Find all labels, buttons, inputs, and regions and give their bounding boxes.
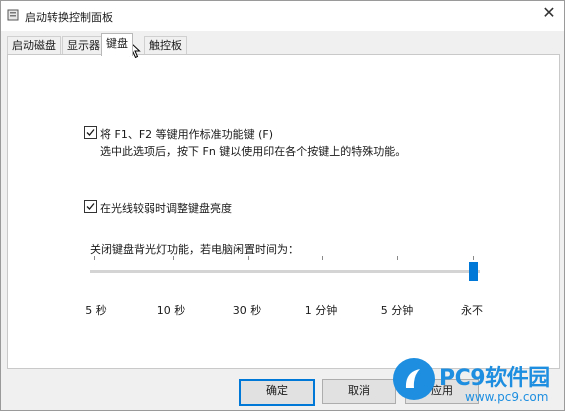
tab-startup-disk[interactable]: 启动磁盘 <box>7 36 61 55</box>
title-bar: 启动转换控制面板 ✕ <box>1 1 564 31</box>
slider-tick <box>248 256 249 260</box>
tick-label-30s: 30 秒 <box>232 304 262 317</box>
close-button[interactable]: ✕ <box>534 1 564 27</box>
watermark-text: PC9软件园 <box>439 366 550 391</box>
app-icon <box>7 9 19 21</box>
tick-label-5min: 5 分钟 <box>380 304 414 317</box>
tick-label-10s: 10 秒 <box>156 304 186 317</box>
fn-keys-checkbox[interactable] <box>84 126 97 139</box>
tab-trackpad[interactable]: 触控板 <box>144 36 187 55</box>
tick-label-never: 永不 <box>461 304 483 317</box>
backlight-slider-thumb[interactable] <box>469 262 478 281</box>
tick-label-1min: 1 分钟 <box>304 304 338 317</box>
backlight-slider-track[interactable] <box>90 270 480 273</box>
watermark: PC9软件园 www.pc9.com <box>393 358 561 408</box>
slider-tick <box>397 256 398 260</box>
tick-label-5s: 5 秒 <box>85 304 107 317</box>
tab-strip: 启动磁盘 显示器 键盘 触控板 <box>7 33 557 56</box>
cancel-button[interactable]: 取消 <box>322 379 396 404</box>
control-panel-window: 启动转换控制面板 ✕ 启动磁盘 显示器 键盘 触控板 将 F1、F2 等键用作标… <box>0 0 565 411</box>
slider-tick <box>322 256 323 260</box>
window-title: 启动转换控制面板 <box>25 11 113 24</box>
ok-button[interactable]: 确定 <box>239 379 315 406</box>
slider-tick <box>473 256 474 260</box>
fn-keys-description: 选中此选项后，按下 Fn 键以使用印在各个按键上的特殊功能。 <box>100 145 407 158</box>
low-light-label[interactable]: 在光线较弱时调整键盘亮度 <box>100 200 232 216</box>
watermark-url: www.pc9.com <box>465 390 549 404</box>
low-light-checkbox[interactable] <box>84 200 97 213</box>
tab-display[interactable]: 显示器 <box>62 36 105 55</box>
backlight-timeout-label: 关闭键盘背光灯功能，若电脑闲置时间为： <box>90 243 299 256</box>
close-icon: ✕ <box>542 3 556 22</box>
keyboard-panel: 将 F1、F2 等键用作标准功能键 (F) 选中此选项后，按下 Fn 键以使用印… <box>7 54 560 369</box>
fn-keys-label[interactable]: 将 F1、F2 等键用作标准功能键 (F) <box>100 126 273 142</box>
slider-tick <box>173 256 174 260</box>
slider-tick <box>94 256 95 260</box>
watermark-logo-icon <box>393 358 435 400</box>
tab-keyboard[interactable]: 键盘 <box>101 33 133 56</box>
checkmark-icon <box>86 129 95 136</box>
checkmark-icon <box>86 203 95 210</box>
